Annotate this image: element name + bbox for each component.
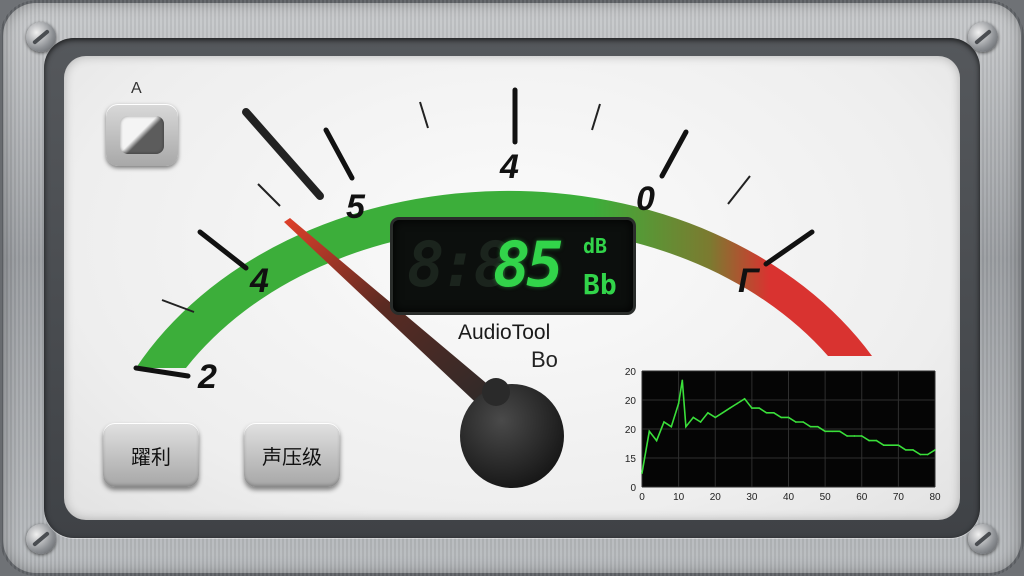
toggle-icon <box>120 116 164 154</box>
data-point <box>648 430 651 433</box>
data-point <box>765 411 768 414</box>
data-point <box>831 430 834 433</box>
data-point <box>663 421 665 423</box>
data-point <box>904 449 907 451</box>
tick-minor <box>257 183 281 207</box>
data-point <box>670 425 673 428</box>
scale-label: 5 <box>346 188 366 226</box>
x-tick-label: 50 <box>820 492 832 503</box>
y-tick-label: 20 <box>625 396 637 407</box>
data-point <box>868 439 870 442</box>
data-point <box>795 421 797 423</box>
data-point <box>897 444 900 447</box>
data-point <box>655 439 658 442</box>
data-point <box>729 407 731 409</box>
data-point <box>681 379 684 382</box>
peak-needle <box>242 108 324 200</box>
x-tick-label: 30 <box>746 492 758 503</box>
lcd-ghost-digits: 8:8 <box>407 228 511 301</box>
data-point <box>707 411 709 414</box>
data-point <box>699 421 702 423</box>
data-point <box>692 416 695 419</box>
data-point <box>751 407 753 409</box>
brand-name: AudioTool <box>458 321 551 344</box>
data-point <box>824 430 826 433</box>
x-tick-label: 0 <box>639 492 645 503</box>
lcd-unit-bottom: Bb <box>583 268 617 301</box>
spectrum-chart: 20 20 20 15 0 0 10 20 30 40 50 60 70 80 <box>625 367 941 503</box>
data-point <box>809 425 812 428</box>
tick-major <box>763 229 815 267</box>
tick-minor <box>161 299 195 313</box>
lcd-value: 85 <box>493 228 564 301</box>
tick-major <box>659 129 689 179</box>
data-point <box>853 435 856 437</box>
data-point <box>780 416 782 419</box>
lcd-display: 8:8 85 dB Bb <box>393 220 633 312</box>
needle-hub <box>460 384 564 488</box>
data-point <box>758 407 760 409</box>
data-point <box>641 472 643 474</box>
x-tick-label: 40 <box>783 492 795 503</box>
data-point <box>912 449 914 451</box>
data-point <box>736 402 739 405</box>
left-function-button[interactable]: 躍利 <box>103 423 199 487</box>
tick-minor <box>419 101 429 129</box>
data-point <box>882 444 885 447</box>
x-tick-label: 20 <box>710 492 722 503</box>
data-point <box>714 416 717 419</box>
scale-label: Γ <box>738 262 761 300</box>
needle-hub-collar <box>482 378 510 406</box>
tick-major <box>133 365 191 379</box>
data-point <box>787 416 790 419</box>
data-point <box>802 421 804 423</box>
tick-major <box>197 229 249 271</box>
data-point <box>926 453 929 456</box>
data-point <box>860 435 863 437</box>
x-tick-label: 80 <box>929 492 941 503</box>
data-point <box>743 398 746 400</box>
tick-minor <box>727 175 751 205</box>
x-tick-label: 70 <box>893 492 905 503</box>
data-point <box>890 444 892 447</box>
y-tick-label: 0 <box>630 483 636 494</box>
spl-button[interactable]: 声压级 <box>244 423 340 487</box>
mode-label: A <box>131 80 142 97</box>
data-point <box>817 425 819 428</box>
data-point <box>838 430 841 433</box>
scale-label: 0 <box>636 180 655 218</box>
data-point <box>875 439 878 442</box>
lcd-unit-top: dB <box>583 234 608 258</box>
data-point <box>934 449 936 451</box>
y-tick-label: 20 <box>625 425 637 436</box>
scale-label: 4 <box>249 262 269 300</box>
y-tick-label: 20 <box>625 367 637 378</box>
x-tick-label: 60 <box>856 492 868 503</box>
scale-label: 4 <box>499 148 519 186</box>
data-point <box>677 402 680 405</box>
tick-major <box>323 127 355 181</box>
brand-subtitle: Bo <box>531 347 558 372</box>
data-point <box>846 435 848 437</box>
mode-toggle-button[interactable] <box>106 104 178 166</box>
data-point <box>721 411 724 414</box>
scale-label: 2 <box>197 358 217 396</box>
data-point <box>919 453 922 456</box>
data-point <box>685 425 687 428</box>
y-tick-label: 15 <box>625 454 637 465</box>
data-point <box>773 411 775 414</box>
x-tick-label: 10 <box>673 492 685 503</box>
tick-minor <box>591 103 601 131</box>
